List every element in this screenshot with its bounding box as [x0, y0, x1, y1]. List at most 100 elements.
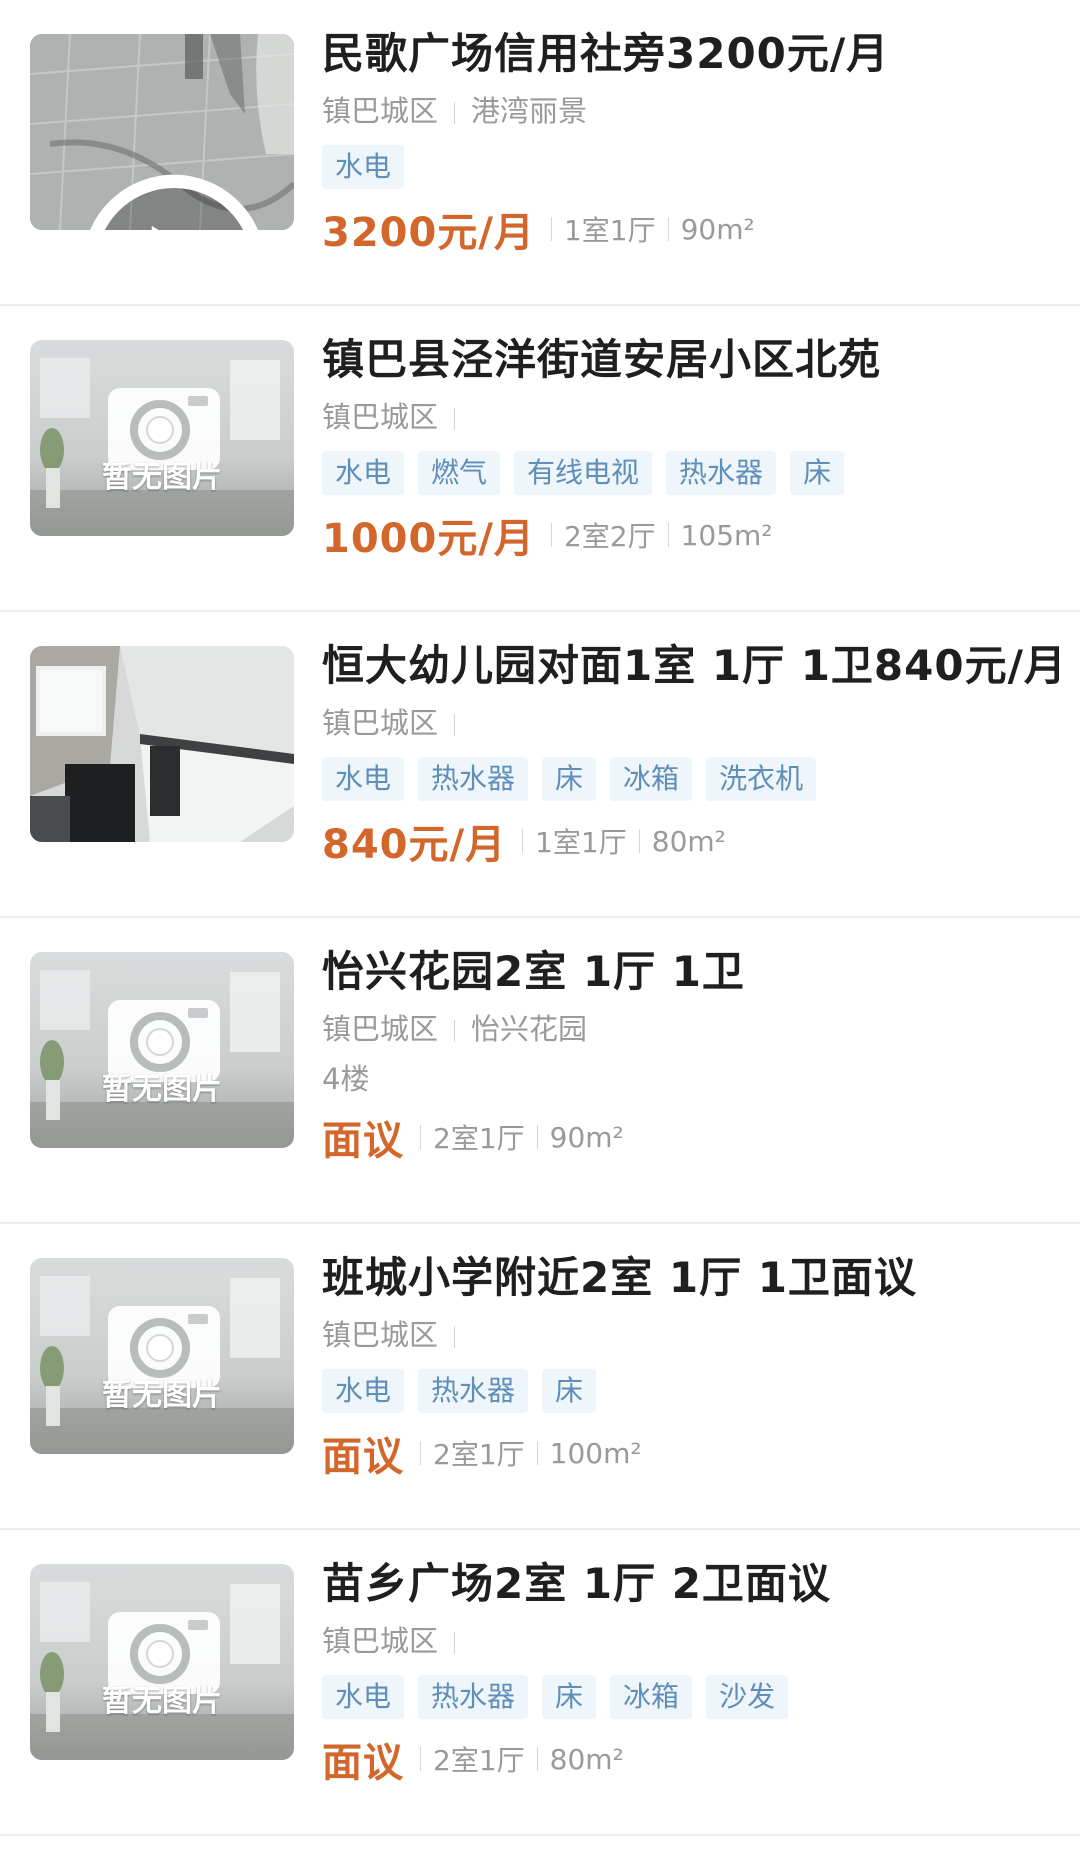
listing-item[interactable]: 暂无图片 苗乡广场2室 1厅 2卫面议 镇巴城区 水电 热水器床冰箱 沙发 面议 2室1厅 80… — [0, 1530, 1080, 1836]
listing-district: 镇巴城区 — [322, 94, 439, 128]
divider — [536, 1747, 538, 1771]
amenity-tag: 热水器 — [418, 1675, 529, 1719]
no-image-label: 暂无图片 — [102, 1378, 222, 1413]
listing-thumbnail-placeholder[interactable]: 暂无图片 — [30, 1258, 294, 1454]
listing-tags: 水电 热水器床冰箱 洗衣机 — [322, 750, 1060, 808]
listing-layout: 1室1厅 — [563, 214, 656, 247]
divider — [550, 523, 552, 547]
amenity-tag: 热水器 — [418, 1369, 529, 1413]
listing-price-row: 面议 2室1厅 90m² — [322, 1104, 1060, 1170]
amenity-tag: 热水器 — [418, 757, 529, 801]
listing-location: 镇巴城区 港湾丽景 — [322, 86, 1060, 136]
listing-info: 镇巴县泾洋街道安居小区北苑镇巴城区水电 燃气 有线电视 热水器床 1000元/月 2室2厅… — [322, 328, 1060, 568]
listing-info: 恒大幼儿园对面1室 1厅 1卫840元/月 镇巴城区 水电 热水器床冰箱 洗衣机 840元… — [322, 634, 1066, 874]
listing-location: 镇巴城区 — [322, 1310, 1060, 1360]
listing-tags: 水电 — [322, 138, 1060, 196]
amenity-tag: 水电 — [322, 1369, 405, 1413]
divider — [420, 1441, 421, 1465]
listing-size: 90m² — [680, 212, 755, 246]
listing-location: 镇巴城区 — [322, 698, 1060, 748]
no-image-label: 暂无图片 — [102, 1684, 222, 1719]
listing-district: 镇巴城区 — [322, 400, 439, 434]
listing-price: 840元/月 — [322, 822, 507, 868]
divider — [522, 829, 524, 853]
listing-layout: 2室1厅 — [433, 1122, 525, 1155]
amenity-tag: 床 — [542, 1675, 597, 1719]
divider — [536, 1125, 538, 1149]
listing-price-row: 3200元/月 1室1厅 90m² — [322, 196, 1060, 262]
listing-price: 面议 — [322, 1118, 404, 1164]
listing-location: 镇巴城区 怡兴花园 — [322, 1004, 1060, 1054]
play-video-icon[interactable] — [42, 168, 258, 230]
listing-district: 镇巴城区 — [322, 1318, 439, 1352]
listing-title[interactable]: 民歌广场信用社旁3200元/月 — [322, 22, 1060, 86]
listing-tags: 水电 燃气 有线电视 热水器床 — [322, 444, 1060, 502]
listing-district: 镇巴城区 — [322, 706, 439, 740]
amenity-tag: 床 — [542, 1369, 597, 1413]
amenity-tag: 热水器 — [666, 451, 777, 495]
amenity-tag: 水电 — [322, 757, 405, 801]
listing-title[interactable]: 苗乡广场2室 1厅 2卫面议 — [322, 1552, 1060, 1616]
listing-list: 民歌广场信用社旁3200元/月 镇巴城区 港湾丽景 水电 3200元/月 1室1厅 90m²… — [0, 0, 1080, 1836]
listing-price: 3200元/月 — [322, 210, 535, 256]
divider — [454, 1020, 456, 1042]
listing-item[interactable]: 暂无图片 班城小学附近2室 1厅 1卫面议镇巴城区水电 热水器床面议 2室1厅 100m… — [0, 1224, 1080, 1530]
divider — [638, 829, 640, 853]
divider — [536, 1441, 538, 1465]
amenity-tag: 洗衣机 — [706, 757, 817, 801]
divider — [667, 217, 669, 241]
listing-location: 镇巴城区 — [322, 392, 1060, 442]
amenity-tag: 床 — [542, 757, 597, 801]
listing-thumbnail[interactable] — [30, 34, 294, 230]
divider — [454, 1326, 456, 1348]
listing-community: 港湾丽景 — [471, 94, 588, 128]
amenity-tag: 水电 — [322, 451, 405, 495]
listing-thumbnail-placeholder[interactable]: 暂无图片 — [30, 1564, 294, 1760]
listing-title[interactable]: 怡兴花园2室 1厅 1卫 — [322, 940, 1060, 1004]
amenity-tag: 冰箱 — [610, 757, 693, 801]
listing-info: 怡兴花园2室 1厅 1卫 镇巴城区 怡兴花园 4楼 面议 2室1厅 90m² — [322, 940, 1060, 1170]
listing-size: 100m² — [549, 1436, 642, 1470]
listing-size: 80m² — [651, 824, 726, 858]
listing-price-row: 840元/月 1室1厅 80m² — [322, 808, 1060, 874]
listing-layout: 2室1厅 — [433, 1438, 525, 1471]
listing-title[interactable]: 恒大幼儿园对面1室 1厅 1卫840元/月 — [322, 634, 1066, 698]
amenity-tag: 床 — [790, 451, 845, 495]
divider — [420, 1747, 421, 1771]
listing-info: 班城小学附近2室 1厅 1卫面议镇巴城区水电 热水器床面议 2室1厅 100m² — [322, 1246, 1060, 1486]
listing-price: 面议 — [322, 1434, 404, 1480]
divider — [454, 102, 456, 124]
divider — [454, 408, 456, 430]
listing-title[interactable]: 班城小学附近2室 1厅 1卫面议 — [322, 1246, 1060, 1310]
listing-item[interactable]: 暂无图片 怡兴花园2室 1厅 1卫 镇巴城区 怡兴花园 4楼 面议 2室1厅 90m² — [0, 918, 1080, 1224]
listing-thumbnail[interactable] — [30, 646, 294, 842]
listing-thumbnail-placeholder[interactable]: 暂无图片 — [30, 340, 294, 536]
amenity-tag: 水电 — [322, 1675, 405, 1719]
listing-price: 面议 — [322, 1740, 404, 1786]
listing-floor: 4楼 — [322, 1062, 370, 1096]
listing-item[interactable]: 恒大幼儿园对面1室 1厅 1卫840元/月 镇巴城区 水电 热水器床冰箱 洗衣机 840元… — [0, 612, 1080, 918]
listing-size: 105m² — [680, 518, 773, 552]
amenity-tag: 有线电视 — [514, 451, 653, 495]
listing-thumbnail-placeholder[interactable]: 暂无图片 — [30, 952, 294, 1148]
no-image-label: 暂无图片 — [102, 460, 222, 495]
amenity-tag: 燃气 — [418, 451, 501, 495]
listing-item[interactable]: 民歌广场信用社旁3200元/月 镇巴城区 港湾丽景 水电 3200元/月 1室1厅 90m² — [0, 0, 1080, 306]
listing-price: 1000元/月 — [322, 516, 535, 562]
no-image-label: 暂无图片 — [102, 1072, 222, 1107]
divider — [550, 217, 552, 241]
listing-size: 80m² — [549, 1742, 624, 1776]
listing-item[interactable]: 暂无图片 镇巴县泾洋街道安居小区北苑 镇巴城区 水电 燃气 有线电视 热水器床 1000元/月… — [0, 306, 1080, 612]
divider — [454, 714, 456, 736]
listing-layout: 2室2厅 — [563, 520, 656, 553]
listing-info: 苗乡广场2室 1厅 2卫面议 镇巴城区 水电 热水器床冰箱 沙发 面议 2室1厅 80m² — [322, 1552, 1060, 1792]
listing-tags: 水电 热水器床 — [322, 1362, 1060, 1420]
listing-title[interactable]: 镇巴县泾洋街道安居小区北苑 — [322, 328, 1060, 392]
listing-price-row: 面议 2室1厅 80m² — [322, 1726, 1060, 1792]
listing-price-row: 面议 2室1厅 100m² — [322, 1420, 1060, 1486]
listing-price-row: 1000元/月 2室2厅 105m² — [322, 502, 1060, 568]
amenity-tag: 沙发 — [706, 1675, 789, 1719]
divider — [454, 1632, 456, 1654]
listing-location: 镇巴城区 — [322, 1616, 1060, 1666]
listing-layout: 2室1厅 — [433, 1744, 525, 1777]
